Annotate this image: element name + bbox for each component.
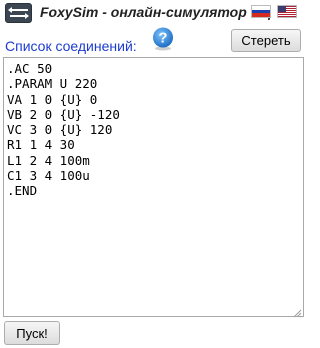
- erase-button[interactable]: Стереть: [231, 29, 301, 52]
- header: FoxySim - онлайн-симулятор ЭЦ: [0, 0, 314, 26]
- question-mark-icon[interactable]: ?: [150, 26, 176, 52]
- resize-grip-icon[interactable]: [292, 305, 302, 318]
- foxysim-page: FoxySim - онлайн-симулятор ЭЦ Список сое…: [0, 0, 314, 348]
- run-button[interactable]: Пуск!: [4, 321, 60, 345]
- svg-text:?: ?: [158, 30, 167, 47]
- app-title: FoxySim - онлайн-симулятор ЭЦ: [40, 4, 271, 20]
- connections-list-label: Список соединений:: [5, 38, 137, 54]
- terminal-arrows-icon: [5, 3, 32, 23]
- flag-us-icon[interactable]: [277, 5, 297, 18]
- netlist-editor[interactable]: .AC 50 .PARAM U 220 VA 1 0 {U} 0 VB 2 0 …: [3, 57, 304, 317]
- flag-ru-icon[interactable]: [251, 5, 271, 18]
